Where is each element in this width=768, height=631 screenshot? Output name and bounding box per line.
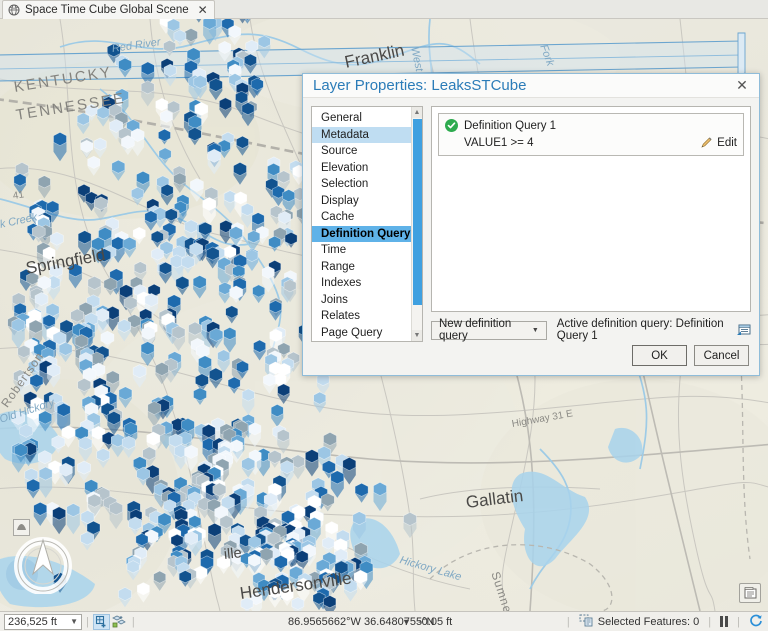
divider: |: [737, 616, 740, 628]
edit-query-label: Edit: [717, 137, 737, 149]
refresh-icon[interactable]: [749, 613, 763, 630]
dialog-title: Layer Properties: LeaksSTCube: [313, 77, 733, 94]
globe-icon: [8, 4, 20, 16]
tab-space-time-cube-global-scene[interactable]: Space Time Cube Global Scene ✕: [2, 0, 215, 19]
nav-item-range[interactable]: Range: [312, 259, 422, 276]
nav-item-joins[interactable]: Joins: [312, 292, 422, 309]
nav-item-cache[interactable]: Cache: [312, 209, 422, 226]
new-definition-query-button[interactable]: New definition query ▼: [431, 321, 547, 340]
definition-query-body: VALUE1 >= 4 Edit: [445, 136, 737, 149]
definition-query-list[interactable]: Definition Query 1 VALUE1 >= 4: [431, 106, 751, 312]
chevron-up-icon[interactable]: ▲: [412, 107, 422, 118]
properties-nav-list[interactable]: General Metadata Source Elevation Selection D…: [311, 106, 423, 342]
edit-query-button[interactable]: Edit: [700, 136, 737, 149]
nav-item-label: Page Query: [321, 327, 382, 339]
nav-item-indexes[interactable]: Indexes: [312, 275, 422, 292]
legend-overlay-icon[interactable]: [739, 583, 761, 603]
new-definition-query-label: New definition query: [439, 318, 525, 342]
map-coordinates: 86.9565662°W 36.6480755°N: [288, 616, 434, 628]
divider: |: [567, 616, 570, 628]
nav-item-label: General: [321, 112, 362, 124]
definition-query-card[interactable]: Definition Query 1 VALUE1 >= 4: [438, 113, 744, 156]
nav-item-label: Metadata: [321, 129, 369, 141]
nav-item-metadata[interactable]: Metadata: [312, 127, 422, 144]
active-definition-query: Active definition query: Definition Quer…: [557, 318, 751, 342]
tab-label: Space Time Cube Global Scene: [25, 4, 189, 16]
layer-properties-dialog: Layer Properties: LeaksSTCube ✕ General M…: [302, 73, 760, 376]
nav-item-label: Cache: [321, 211, 354, 223]
dialog-titlebar: Layer Properties: LeaksSTCube ✕: [303, 74, 759, 98]
close-icon[interactable]: ✕: [733, 77, 751, 95]
nav-item-general[interactable]: General: [312, 110, 422, 127]
ok-button[interactable]: OK: [632, 345, 687, 366]
pause-icon[interactable]: [720, 616, 728, 627]
definition-query-header: Definition Query 1: [445, 119, 737, 132]
nav-item-selection[interactable]: Selection: [312, 176, 422, 193]
chevron-down-icon[interactable]: ▼: [402, 617, 411, 627]
nav-item-time[interactable]: Time: [312, 242, 422, 259]
divider: |: [86, 616, 89, 628]
nav-item-label: Relates: [321, 310, 360, 322]
definition-query-sql: VALUE1 >= 4: [464, 137, 700, 149]
selected-features-count: Selected Features: 0: [598, 616, 700, 628]
active-definition-query-label: Active definition query: Definition Quer…: [557, 318, 732, 342]
dialog-footer: OK Cancel: [303, 342, 759, 375]
explore-tool-icon[interactable]: [110, 614, 128, 630]
nav-item-relates[interactable]: Relates: [312, 308, 422, 325]
definition-query-toolbar: New definition query ▼ Active definition…: [431, 312, 751, 342]
definition-query-name: Definition Query 1: [464, 120, 556, 132]
nav-item-definition-query[interactable]: Definition Query: [312, 226, 422, 243]
compass-navigator[interactable]: [12, 532, 74, 594]
status-bar: 236,525 ft ▼ | | 86.9565662°W 36.6480755…: [0, 611, 768, 631]
dialog-body: General Metadata Source Elevation Selection D…: [303, 98, 759, 342]
pencil-icon: [700, 136, 713, 149]
nav-scrollbar-thumb[interactable]: [413, 119, 422, 305]
nav-item-label: Source: [321, 145, 357, 157]
query-table-icon[interactable]: [737, 324, 751, 336]
nav-item-label: Range: [321, 261, 355, 273]
nav-item-elevation[interactable]: Elevation: [312, 160, 422, 177]
divider: |: [708, 616, 711, 628]
nav-item-label: Display: [321, 195, 359, 207]
select-features-icon[interactable]: [93, 614, 110, 630]
nav-item-label: Joins: [321, 294, 348, 306]
chevron-down-icon[interactable]: ▼: [532, 327, 539, 334]
definition-query-pane: Definition Query 1 VALUE1 >= 4: [431, 106, 751, 342]
nav-scrollbar[interactable]: ▲ ▼: [411, 107, 422, 341]
nav-item-label: Definition Query: [321, 228, 410, 240]
map-scale-value: 236,525 ft: [8, 616, 57, 628]
chevron-down-icon[interactable]: ▼: [70, 617, 78, 626]
nav-item-display[interactable]: Display: [312, 193, 422, 210]
nav-item-page-query[interactable]: Page Query: [312, 325, 422, 342]
map-elevation: -0.05 ft: [418, 616, 452, 628]
nav-item-label: Time: [321, 244, 346, 256]
selection-icon: [579, 614, 593, 630]
nav-item-label: Elevation: [321, 162, 368, 174]
cancel-button[interactable]: Cancel: [694, 345, 749, 366]
arcgis-pro-window: Space Time Cube Global Scene ✕: [0, 0, 768, 631]
nav-item-source[interactable]: Source: [312, 143, 422, 160]
chevron-down-icon[interactable]: ▼: [412, 330, 422, 341]
check-circle-icon[interactable]: [445, 119, 458, 132]
nav-item-label: Selection: [321, 178, 368, 190]
status-right-group: | Selected Features: 0 | |: [563, 613, 763, 630]
view-tab-bar: Space Time Cube Global Scene ✕: [0, 0, 768, 19]
close-icon[interactable]: ✕: [198, 4, 208, 16]
nav-item-label: Indexes: [321, 277, 361, 289]
divider: |: [132, 616, 135, 628]
map-scale-combo[interactable]: 236,525 ft ▼: [4, 614, 82, 630]
